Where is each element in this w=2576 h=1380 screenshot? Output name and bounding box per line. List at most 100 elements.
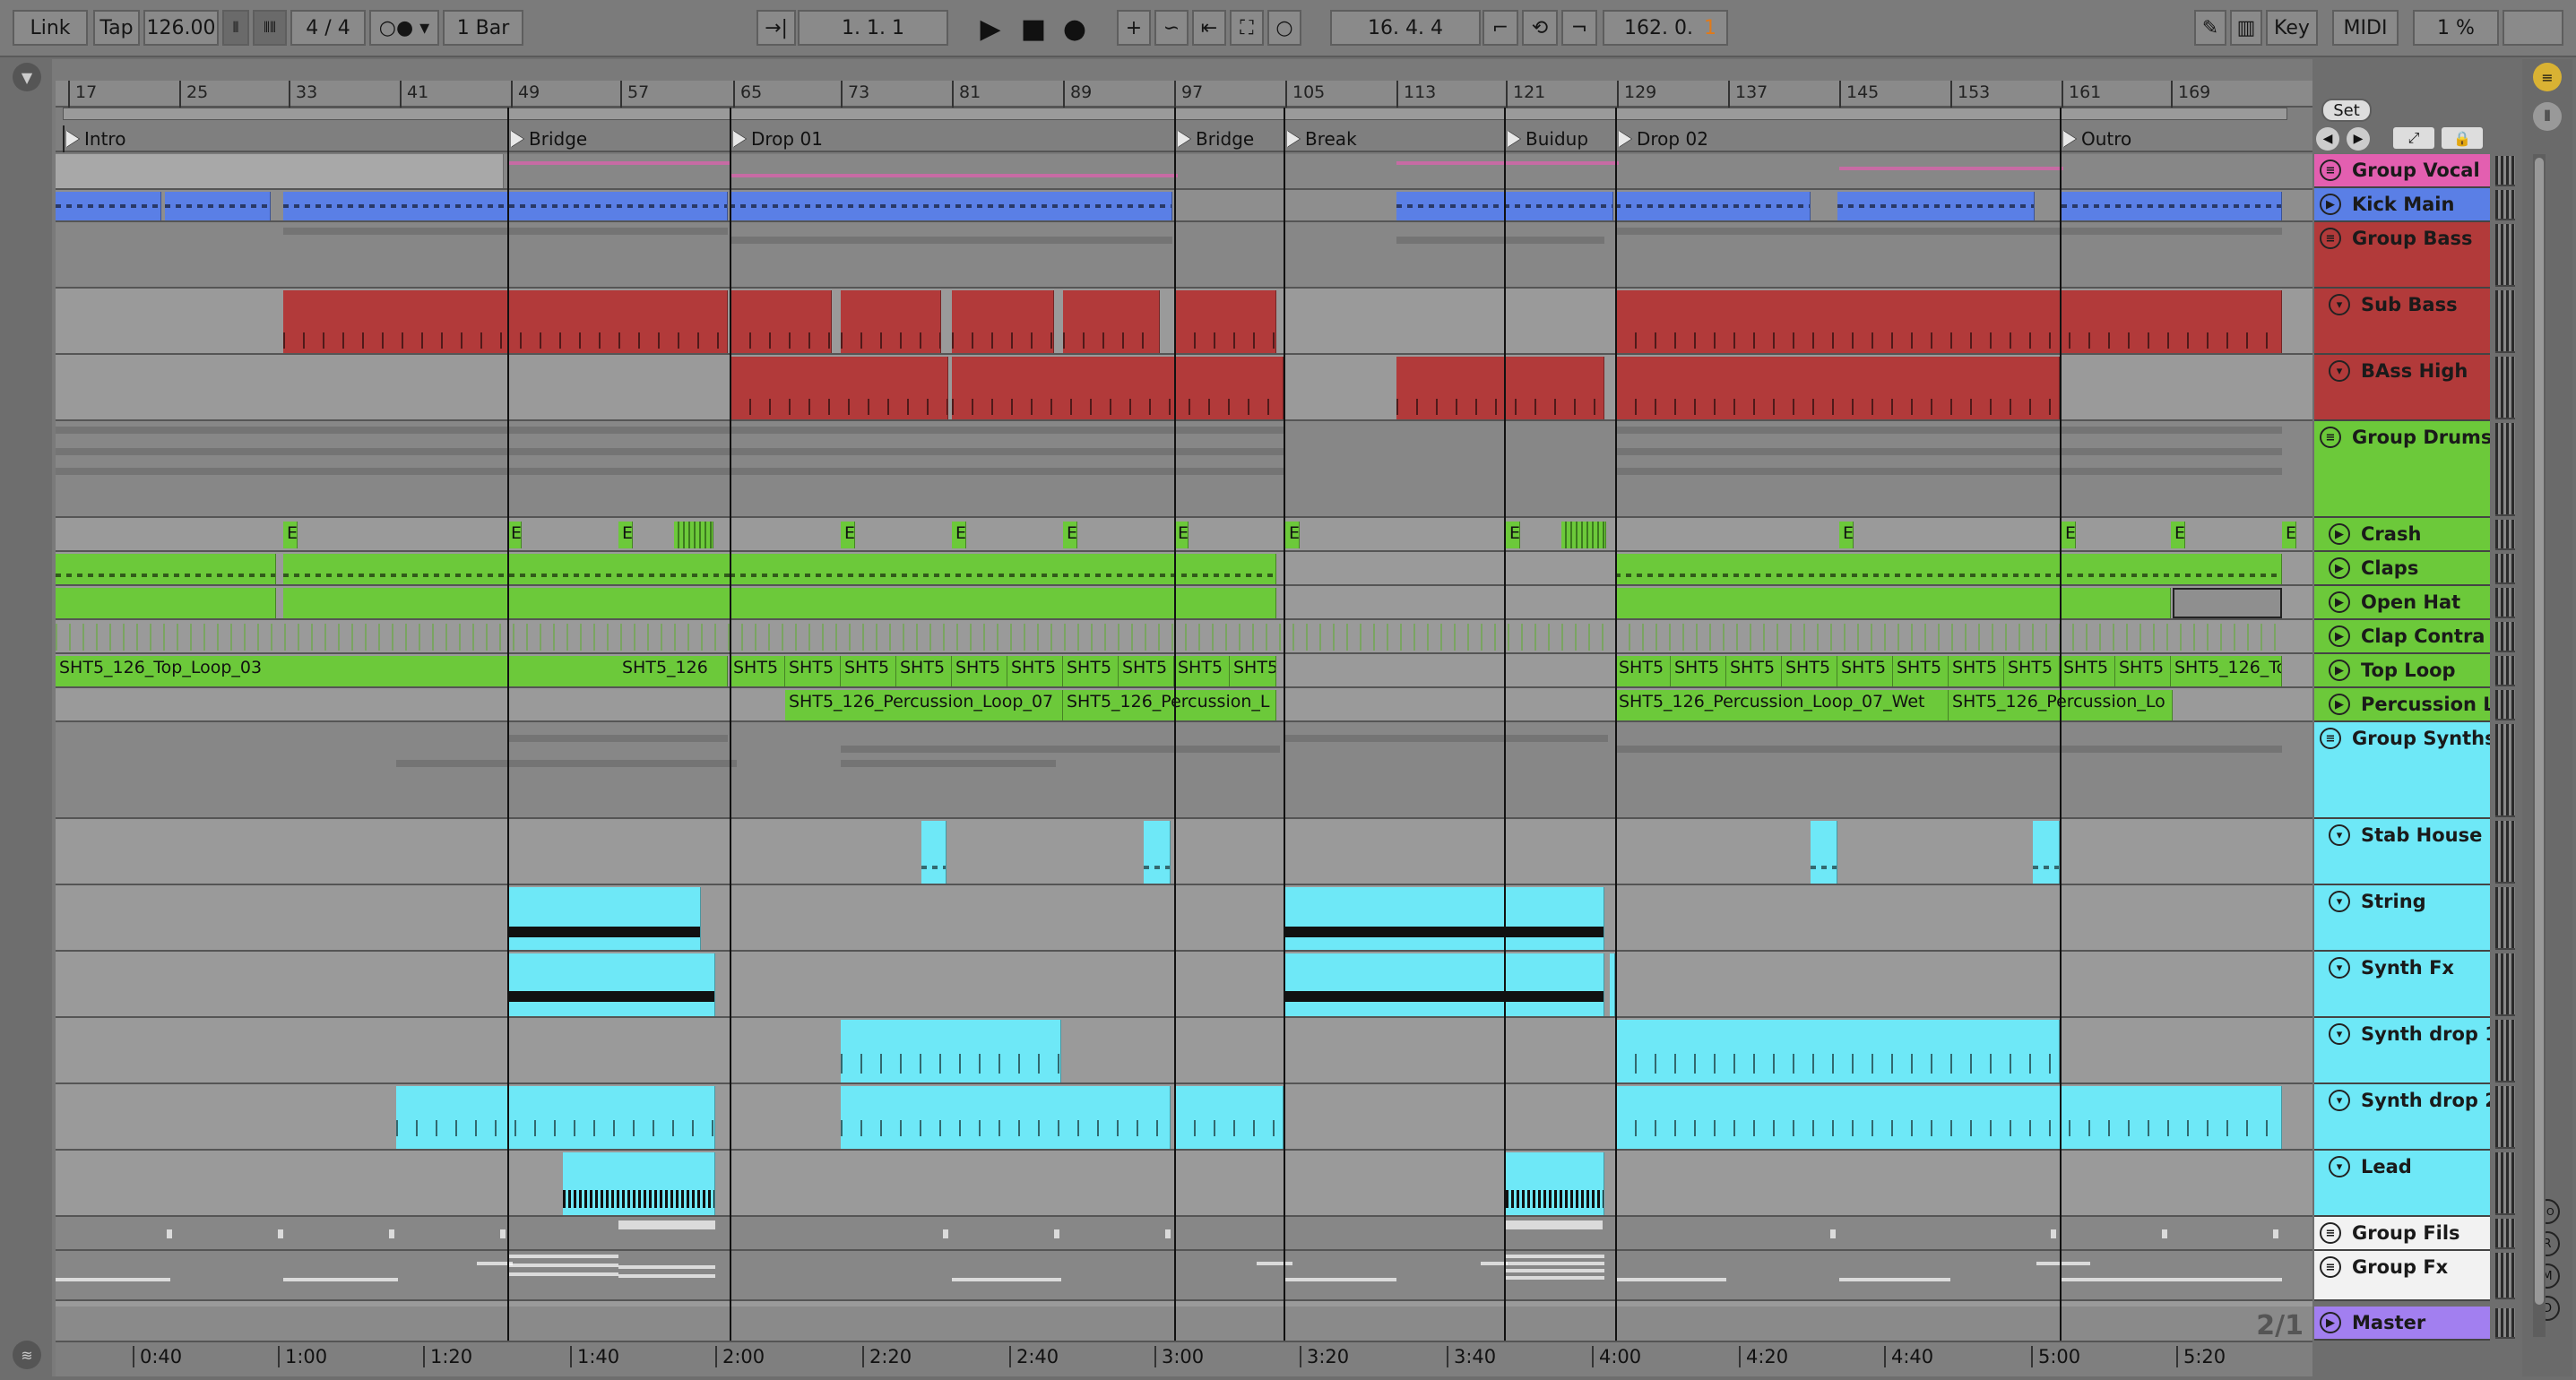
tap-button[interactable]: Tap — [93, 10, 140, 46]
clip[interactable] — [1506, 1152, 1604, 1215]
lane-group-fils[interactable] — [56, 1217, 2312, 1251]
clip[interactable]: E — [2282, 522, 2296, 548]
clip[interactable] — [841, 290, 941, 353]
track-header-clap-contra[interactable]: ▶ Clap Contra — [2314, 620, 2490, 654]
track-header-crash[interactable]: ▶ Crash — [2314, 518, 2490, 552]
scrollbar-thumb[interactable] — [2535, 158, 2544, 1305]
fold-icon[interactable]: ▾ — [2329, 360, 2350, 382]
fold-icon[interactable]: ▾ — [2329, 1156, 2350, 1177]
vertical-scrollbar[interactable] — [2533, 154, 2546, 1337]
quantize-menu[interactable]: 1 Bar — [443, 10, 523, 46]
clip[interactable] — [921, 821, 947, 884]
clip[interactable] — [1615, 1086, 2282, 1149]
nudge-down-icon[interactable]: ⦀ — [222, 10, 249, 46]
locator-drop-01[interactable]: Drop 01 — [730, 125, 823, 152]
track-header-synth-drop-1[interactable]: ▾ Synth drop 1 — [2314, 1018, 2490, 1084]
lane-group-drums[interactable] — [56, 421, 2312, 518]
next-locator-icon[interactable]: ▶ — [2347, 127, 2370, 151]
expand-icon[interactable]: ⤢ — [2393, 127, 2434, 149]
lane-group-fx[interactable] — [56, 1251, 2312, 1301]
play-clip-icon[interactable]: ▶ — [2329, 523, 2350, 545]
clip[interactable] — [730, 588, 1276, 618]
clip[interactable] — [1174, 1086, 1284, 1149]
clip[interactable]: E — [2171, 522, 2185, 548]
lane-clap-contra[interactable] — [56, 620, 2312, 654]
track-header-percussion-loop[interactable]: ▶ Percussion Lo — [2314, 688, 2490, 722]
clip[interactable] — [563, 1152, 715, 1215]
clip[interactable]: SHT5 — [1671, 656, 1726, 686]
clip[interactable]: E — [1285, 522, 1300, 548]
lane-string[interactable] — [56, 885, 2312, 952]
capture-icon[interactable]: ⛶ — [1230, 10, 1264, 46]
key-map-button[interactable]: Key — [2266, 10, 2318, 46]
loop-switch-icon[interactable]: ⟲ — [1522, 10, 1558, 46]
lane-claps[interactable] — [56, 552, 2312, 586]
metronome-button[interactable]: ○● ▾ — [369, 10, 439, 46]
midi-map-button[interactable]: MIDI — [2332, 10, 2399, 46]
play-clip-icon[interactable]: ▶ — [2329, 694, 2350, 715]
lane-kick-main[interactable] — [56, 190, 2312, 222]
track-header-group-fx[interactable]: ≡ Group Fx — [2314, 1251, 2490, 1301]
locator-drop-02[interactable]: Drop 02 — [1615, 125, 1708, 152]
group-fold-icon[interactable]: ≡ — [2320, 728, 2341, 749]
clip[interactable] — [283, 192, 728, 220]
clip-view-toggle-icon[interactable]: ≡ — [2533, 63, 2562, 91]
track-header-group-vocal[interactable]: ≡ Group Vocal — [2314, 154, 2490, 188]
clip[interactable]: SHT5 — [841, 656, 896, 686]
clip[interactable] — [1615, 588, 2171, 618]
clip[interactable]: SHT5 — [1063, 656, 1119, 686]
lane-lead[interactable] — [56, 1151, 2312, 1217]
track-header-lead[interactable]: ▾ Lead — [2314, 1151, 2490, 1217]
clip[interactable] — [1615, 290, 2282, 353]
clip[interactable]: SHT5 — [785, 656, 841, 686]
fold-icon[interactable]: ▾ — [2329, 891, 2350, 912]
track-header-group-fils[interactable]: ≡ Group Fils — [2314, 1217, 2490, 1251]
clip[interactable] — [56, 554, 276, 584]
clip[interactable]: SHT5 — [1174, 656, 1230, 686]
track-header-group-bass[interactable]: ≡ Group Bass — [2314, 222, 2490, 289]
clip[interactable] — [1063, 290, 1160, 353]
lane-group-bass[interactable] — [56, 222, 2312, 289]
track-header-kick-main[interactable]: ▶ Kick Main — [2314, 188, 2490, 222]
group-fold-icon[interactable]: ≡ — [2320, 427, 2341, 448]
locator-bridge-1[interactable]: Bridge — [507, 125, 587, 152]
clip[interactable]: SHT5 — [952, 656, 1007, 686]
lane-group-synths[interactable] — [56, 722, 2312, 819]
lane-synth-drop-1[interactable] — [56, 1018, 2312, 1084]
clip[interactable] — [283, 554, 769, 584]
clip[interactable]: E — [1839, 522, 1854, 548]
clip[interactable]: SHT5_126_Percussion_Loop_07_Wet — [1615, 690, 1949, 720]
track-header-string[interactable]: ▾ String — [2314, 885, 2490, 952]
clip[interactable] — [1285, 887, 1604, 950]
overview-toggle-icon[interactable]: ≋ — [13, 1341, 41, 1369]
track-header-synth-fx[interactable]: ▾ Synth Fx — [2314, 952, 2490, 1018]
clip[interactable] — [396, 1086, 715, 1149]
loop-length-field[interactable]: 162. 0. 1 — [1603, 10, 1728, 46]
clip[interactable]: SHT5 — [1949, 656, 2004, 686]
clip[interactable]: SHT5_126 — [618, 656, 728, 686]
track-header-top-loop[interactable]: ▶ Top Loop — [2314, 654, 2490, 688]
clip[interactable] — [1174, 290, 1276, 353]
clip[interactable]: SHT5 — [896, 656, 952, 686]
clip[interactable] — [165, 192, 271, 220]
clip[interactable]: E — [1174, 522, 1189, 548]
locator-break[interactable]: Break — [1284, 125, 1357, 152]
clip[interactable] — [952, 290, 1054, 353]
clip[interactable]: E — [618, 522, 633, 548]
lane-open-hat[interactable] — [56, 586, 2312, 620]
fold-icon[interactable]: ▾ — [2329, 824, 2350, 846]
clip[interactable]: SHT5_126_Top_Lo — [2171, 656, 2282, 686]
clip[interactable]: SHT5 — [1119, 656, 1174, 686]
clip[interactable] — [1285, 953, 1604, 1016]
clip[interactable] — [283, 588, 769, 618]
clip[interactable]: SHT5 — [1837, 656, 1893, 686]
fold-icon[interactable]: ▾ — [2329, 957, 2350, 979]
clip[interactable]: SHT5_126_Top_Loop_03 — [56, 656, 622, 686]
clip[interactable] — [56, 588, 276, 618]
lane-percussion-loop[interactable]: SHT5_126_Percussion_Loop_07 SHT5_126_Per… — [56, 688, 2312, 722]
track-header-group-synths[interactable]: ≡ Group Synths — [2314, 722, 2490, 819]
clip[interactable] — [1615, 1020, 2060, 1082]
record-icon[interactable]: ● — [1059, 13, 1090, 45]
play-icon[interactable]: ▶ — [975, 13, 1006, 45]
mixer-toggle-icon[interactable]: ⦀ — [2533, 102, 2562, 131]
